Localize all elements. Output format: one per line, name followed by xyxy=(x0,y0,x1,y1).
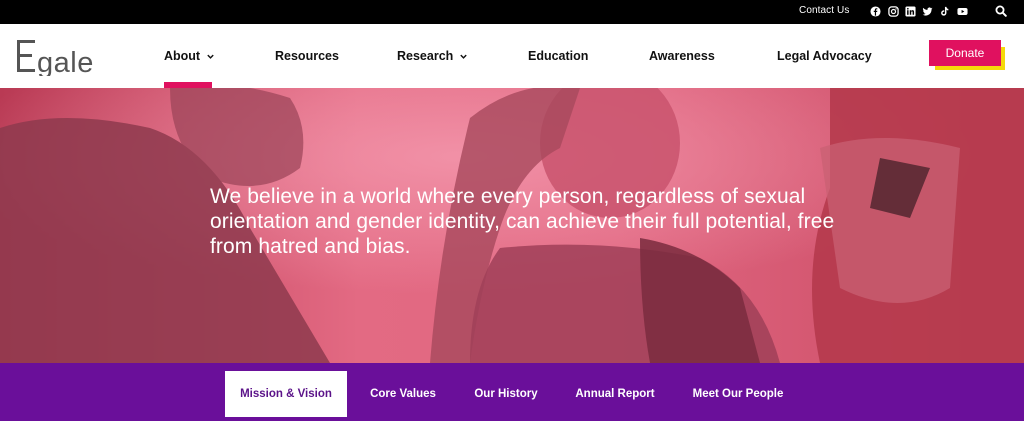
subnav-annual-report[interactable]: Annual Report xyxy=(566,371,664,417)
nav-awareness[interactable]: Awareness xyxy=(649,49,715,63)
subnav-mission-vision[interactable]: Mission & Vision xyxy=(225,371,347,417)
nav-resources-label: Resources xyxy=(275,49,339,63)
nav-research[interactable]: Research xyxy=(397,49,468,63)
nav-about[interactable]: About xyxy=(164,49,215,63)
tiktok-icon[interactable] xyxy=(939,6,950,17)
utility-bar: Contact Us xyxy=(0,0,1024,24)
nav-resources[interactable]: Resources xyxy=(275,49,339,63)
site-header: gale About Resources Research Education … xyxy=(0,24,1024,88)
egale-logo[interactable]: gale xyxy=(16,38,106,76)
chevron-down-icon xyxy=(207,54,214,59)
subnav-meet-our-people[interactable]: Meet Our People xyxy=(683,371,793,417)
hero-banner: We believe in a world where every person… xyxy=(0,88,1024,363)
hero-statement: We believe in a world where every person… xyxy=(210,185,835,258)
subnav-our-history[interactable]: Our History xyxy=(463,371,549,417)
nav-legal-advocacy-label: Legal Advocacy xyxy=(777,49,872,63)
subnav-core-values[interactable]: Core Values xyxy=(358,371,448,417)
linkedin-icon[interactable] xyxy=(905,6,916,17)
donate-button[interactable]: Donate xyxy=(929,40,1001,66)
instagram-icon[interactable] xyxy=(888,6,899,17)
nav-legal-advocacy[interactable]: Legal Advocacy xyxy=(777,49,872,63)
facebook-icon[interactable] xyxy=(870,6,881,17)
youtube-icon[interactable] xyxy=(957,6,968,17)
contact-us-link[interactable]: Contact Us xyxy=(799,5,849,16)
search-icon[interactable] xyxy=(995,5,1007,17)
nav-awareness-label: Awareness xyxy=(649,49,715,63)
nav-about-label: About xyxy=(164,49,201,63)
nav-education-label: Education xyxy=(528,49,589,63)
section-subnav: Mission & Vision Core Values Our History… xyxy=(0,363,1024,421)
nav-education[interactable]: Education xyxy=(528,49,588,63)
twitter-icon[interactable] xyxy=(922,6,933,17)
logo-wordmark: gale xyxy=(37,47,94,76)
nav-research-label: Research xyxy=(397,49,454,63)
chevron-down-icon xyxy=(460,54,468,59)
